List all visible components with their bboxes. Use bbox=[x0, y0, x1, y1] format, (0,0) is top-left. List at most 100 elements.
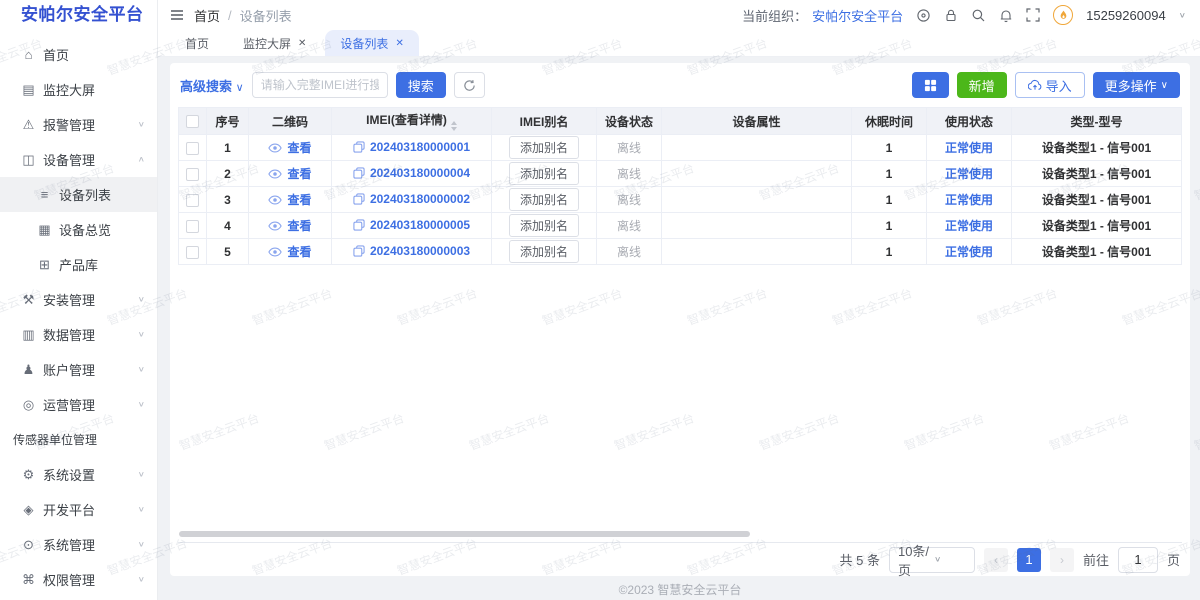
table-row: 2 查看 202403180000004 添加别名 离线 1 正常使用 设备类型… bbox=[179, 161, 1182, 187]
imei-link[interactable]: 202403180000005 bbox=[370, 218, 470, 232]
sidebar-item-sensor-unit-mgmt[interactable]: 传感器单位管理 bbox=[0, 422, 157, 457]
qr-view-link[interactable]: 查看 bbox=[268, 139, 311, 156]
app-logo: 安帕尔安全平台 bbox=[0, 0, 157, 30]
usage-status-link[interactable]: 正常使用 bbox=[945, 139, 993, 156]
sidebar-item-label: 首页 bbox=[43, 45, 69, 64]
row-checkbox[interactable] bbox=[186, 194, 199, 207]
sidebar-item-home[interactable]: ⌂ 首页 bbox=[0, 37, 157, 72]
sidebar-item-alarm-mgmt[interactable]: ⚠ 报警管理 ∨ bbox=[0, 107, 157, 142]
close-icon[interactable] bbox=[395, 38, 403, 49]
row-checkbox[interactable] bbox=[186, 246, 199, 259]
qr-view-link[interactable]: 查看 bbox=[268, 191, 311, 208]
eye-icon bbox=[268, 195, 282, 205]
prev-page-button[interactable]: ‹ bbox=[984, 548, 1008, 572]
add-alias-button[interactable]: 添加别名 bbox=[509, 214, 579, 237]
page-size-select[interactable]: 10条/页 ∨ bbox=[889, 547, 975, 573]
type-model: 设备类型1 - 信号001 bbox=[1012, 161, 1182, 187]
next-page-button[interactable]: › bbox=[1050, 548, 1074, 572]
import-button[interactable]: 导入 bbox=[1015, 72, 1085, 98]
select-all-checkbox[interactable] bbox=[186, 115, 199, 128]
current-page-button[interactable]: 1 bbox=[1017, 548, 1041, 572]
copy-icon bbox=[353, 245, 365, 257]
copy-icon bbox=[353, 219, 365, 231]
col-usage: 使用状态 bbox=[927, 108, 1012, 135]
lock-icon[interactable] bbox=[944, 8, 958, 23]
hamburger-icon[interactable] bbox=[170, 8, 184, 22]
copy-icon bbox=[353, 193, 365, 205]
sidebar: 安帕尔安全平台 ⌂ 首页 ▤ 监控大屏 ⚠ 报警管理 ∨ ◫ 设备管理 ∧ ≡ … bbox=[0, 0, 158, 600]
sidebar-item-data-mgmt[interactable]: ▥ 数据管理 ∨ bbox=[0, 317, 157, 352]
close-icon[interactable] bbox=[298, 38, 306, 49]
sidebar-item-label: 安装管理 bbox=[43, 290, 95, 309]
sidebar-item-permission-mgmt[interactable]: ⌘ 权限管理 ∨ bbox=[0, 562, 157, 597]
content-area: 高级搜索 ∨ 搜索 新增 导入 更多操作 bbox=[158, 57, 1200, 600]
table-header-row: 序号 二维码 IMEI(查看详情) IMEI别名 设备状态 设备属性 休眠时间 … bbox=[179, 108, 1182, 135]
search-icon[interactable] bbox=[971, 8, 986, 23]
imei-link[interactable]: 202403180000001 bbox=[370, 140, 470, 154]
search-button[interactable]: 搜索 bbox=[396, 72, 446, 98]
col-attrs: 设备属性 bbox=[662, 108, 852, 135]
device-list-card: 高级搜索 ∨ 搜索 新增 导入 更多操作 bbox=[170, 63, 1190, 576]
qr-view-link[interactable]: 查看 bbox=[268, 165, 311, 182]
breadcrumb-home[interactable]: 首页 bbox=[194, 6, 220, 25]
fullscreen-icon[interactable] bbox=[1026, 8, 1040, 22]
sidebar-item-operation-mgmt[interactable]: ◎ 运营管理 ∨ bbox=[0, 387, 157, 422]
globe-icon[interactable] bbox=[916, 8, 931, 23]
usage-status-link[interactable]: 正常使用 bbox=[945, 217, 993, 234]
table-row: 5 查看 202403180000003 添加别名 离线 1 正常使用 设备类型… bbox=[179, 239, 1182, 265]
sidebar-item-product-library[interactable]: ⊞ 产品库 bbox=[0, 247, 157, 282]
row-checkbox[interactable] bbox=[186, 142, 199, 155]
chevron-down-icon: ∨ bbox=[138, 540, 145, 548]
imei-link[interactable]: 202403180000002 bbox=[370, 192, 470, 206]
add-alias-button[interactable]: 添加别名 bbox=[509, 240, 579, 263]
add-button[interactable]: 新增 bbox=[957, 72, 1007, 98]
chevron-down-icon[interactable]: ∨ bbox=[1179, 11, 1186, 19]
sidebar-item-system-settings[interactable]: ⚙ 系统设置 ∨ bbox=[0, 457, 157, 492]
avatar[interactable] bbox=[1053, 5, 1073, 25]
type-model: 设备类型1 - 信号001 bbox=[1012, 187, 1182, 213]
col-alias: IMEI别名 bbox=[492, 108, 597, 135]
type-model: 设备类型1 - 信号001 bbox=[1012, 213, 1182, 239]
sidebar-item-device-list[interactable]: ≡ 设备列表 bbox=[0, 177, 157, 212]
usage-status-link[interactable]: 正常使用 bbox=[945, 191, 993, 208]
imei-link[interactable]: 202403180000004 bbox=[370, 166, 470, 180]
sidebar-item-dev-platform[interactable]: ◈ 开发平台 ∨ bbox=[0, 492, 157, 527]
usage-status-link[interactable]: 正常使用 bbox=[945, 243, 993, 260]
more-actions-button[interactable]: 更多操作 ∨ bbox=[1093, 72, 1180, 98]
qr-view-link[interactable]: 查看 bbox=[268, 217, 311, 234]
tab-device-list[interactable]: 设备列表 bbox=[325, 30, 418, 56]
user-phone[interactable]: 15259260094 bbox=[1086, 8, 1166, 23]
add-alias-button[interactable]: 添加别名 bbox=[509, 136, 579, 159]
advanced-search-toggle[interactable]: 高级搜索 ∨ bbox=[180, 76, 244, 95]
imei-search-input[interactable] bbox=[252, 72, 388, 98]
usage-status-link[interactable]: 正常使用 bbox=[945, 165, 993, 182]
bell-icon[interactable] bbox=[999, 8, 1013, 23]
refresh-button[interactable] bbox=[454, 72, 485, 98]
tab-label: 监控大屏 bbox=[243, 35, 291, 52]
sidebar-item-device-mgmt[interactable]: ◫ 设备管理 ∧ bbox=[0, 142, 157, 177]
row-checkbox[interactable] bbox=[186, 220, 199, 233]
col-imei[interactable]: IMEI(查看详情) bbox=[332, 108, 492, 135]
sort-icon[interactable] bbox=[451, 121, 457, 131]
imei-link[interactable]: 202403180000003 bbox=[370, 244, 470, 258]
add-alias-button[interactable]: 添加别名 bbox=[509, 162, 579, 185]
device-overview-icon: ▦ bbox=[36, 222, 53, 238]
sidebar-item-account-mgmt[interactable]: ♟ 账户管理 ∨ bbox=[0, 352, 157, 387]
add-alias-button[interactable]: 添加别名 bbox=[509, 188, 579, 211]
sidebar-item-device-overview[interactable]: ▦ 设备总览 bbox=[0, 212, 157, 247]
table-row: 4 查看 202403180000005 添加别名 离线 1 正常使用 设备类型… bbox=[179, 213, 1182, 239]
sidebar-item-system-mgmt[interactable]: ⊙ 系统管理 ∨ bbox=[0, 527, 157, 562]
goto-page-input[interactable] bbox=[1118, 547, 1158, 573]
row-checkbox[interactable] bbox=[186, 168, 199, 181]
qr-view-link[interactable]: 查看 bbox=[268, 243, 311, 260]
org-name-link[interactable]: 安帕尔安全平台 bbox=[812, 6, 903, 25]
tab-home[interactable]: 首页 bbox=[170, 30, 224, 56]
sidebar-item-monitor-screen[interactable]: ▤ 监控大屏 bbox=[0, 72, 157, 107]
column-settings-button[interactable] bbox=[912, 72, 949, 98]
sidebar-item-install-mgmt[interactable]: ⚒ 安装管理 ∨ bbox=[0, 282, 157, 317]
tab-monitor-screen[interactable]: 监控大屏 bbox=[228, 30, 321, 56]
chevron-down-icon: ∨ bbox=[934, 555, 966, 563]
scrollbar-thumb[interactable] bbox=[179, 531, 750, 537]
device-attrs bbox=[662, 187, 852, 213]
chevron-down-icon: ∨ bbox=[138, 470, 145, 478]
